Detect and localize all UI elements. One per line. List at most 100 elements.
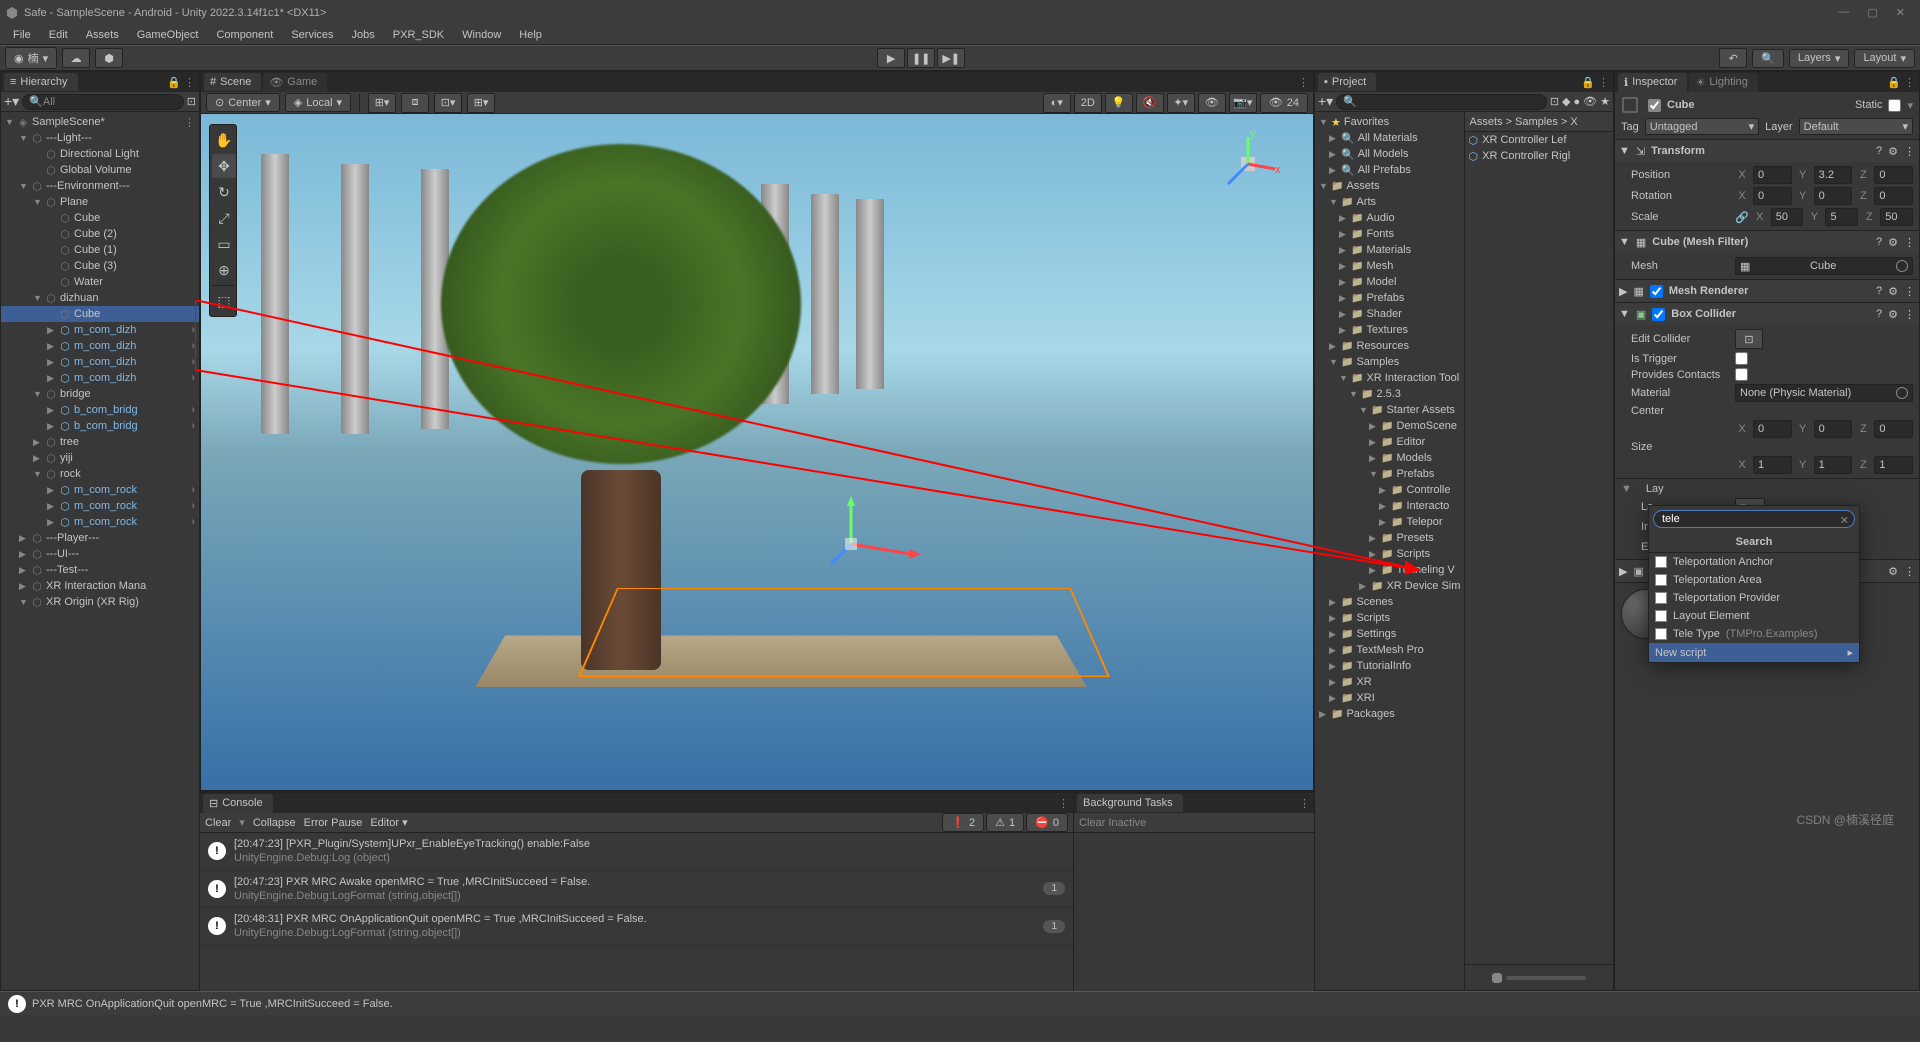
component-search-input[interactable] [1653, 510, 1855, 528]
comp-tele-type[interactable]: Tele Type (TMPro.Examples) [1649, 625, 1859, 643]
static-checkbox[interactable] [1888, 99, 1901, 112]
hierarchy-item[interactable]: ▶⬡m_com_rock› [1, 498, 199, 514]
project-item[interactable]: ▼Starter Assets [1315, 402, 1464, 418]
hierarchy-options-icon[interactable]: ⊡ [187, 95, 196, 108]
rot-z-field[interactable]: 0 [1874, 187, 1913, 205]
project-item[interactable]: ▶Telepor [1315, 514, 1464, 530]
pos-y-field[interactable]: 3.2 [1814, 166, 1853, 184]
project-item[interactable]: ▶Audio [1315, 210, 1464, 226]
hierarchy-item[interactable]: ▶⬡Cube [1, 306, 199, 322]
clear-button[interactable]: Clear [205, 817, 231, 829]
clear-inactive-button[interactable]: Clear Inactive [1079, 817, 1146, 829]
pos-x-field[interactable]: 0 [1753, 166, 1792, 184]
scale-z-field[interactable]: 50 [1880, 208, 1913, 226]
snap-settings-icon[interactable]: ⊞▾ [467, 93, 495, 113]
hierarchy-item[interactable]: ▶⬡b_com_bridg› [1, 402, 199, 418]
custom-tool-icon[interactable]: ⬚ [212, 289, 236, 313]
menu-pxrsdk[interactable]: PXR_SDK [385, 26, 452, 44]
hierarchy-item[interactable]: ▼⬡rock [1, 466, 199, 482]
hierarchy-item[interactable]: ▼⬡dizhuan [1, 290, 199, 306]
tab-console[interactable]: ⊟ Console [203, 794, 273, 813]
scale-x-field[interactable]: 50 [1771, 208, 1804, 226]
comp-teleportation-area[interactable]: Teleportation Area [1649, 571, 1859, 589]
hierarchy-item[interactable]: ▶⬡Water [1, 274, 199, 290]
rot-x-field[interactable]: 0 [1753, 187, 1792, 205]
size-x-field[interactable]: 1 [1753, 456, 1792, 474]
scene-viewport[interactable]: ✋ ✥ ↻ ⤢ ▭ ⊕ ⬚ y x [201, 114, 1313, 790]
comp-layout-element[interactable]: Layout Element [1649, 607, 1859, 625]
settings-version-icon[interactable]: ⬢ [95, 48, 123, 68]
console-entry[interactable]: ![20:47:23] PXR MRC Awake openMRC = True… [200, 871, 1073, 909]
tab-inspector[interactable]: ℹ Inspector [1618, 73, 1687, 92]
filter-fav-icon[interactable]: ● [1574, 96, 1581, 108]
size-y-field[interactable]: 1 [1814, 456, 1853, 474]
hierarchy-item[interactable]: ▶⬡tree [1, 434, 199, 450]
project-item[interactable]: ▼2.5.3 [1315, 386, 1464, 402]
project-search[interactable]: 🔍 [1336, 94, 1547, 110]
hierarchy-item[interactable]: ▶⬡yiji [1, 450, 199, 466]
tag-dropdown[interactable]: Untagged▾ [1645, 118, 1759, 135]
hierarchy-item[interactable]: ▶⬡Cube (3) [1, 258, 199, 274]
tab-lighting[interactable]: ☀ Lighting [1689, 73, 1757, 92]
hierarchy-item[interactable]: ▶⬡---Test--- [1, 562, 199, 578]
pos-z-field[interactable]: 0 [1874, 166, 1913, 184]
comp-teleportation-provider[interactable]: Teleportation Provider [1649, 589, 1859, 607]
project-item[interactable]: ▼Samples [1315, 354, 1464, 370]
hierarchy-item[interactable]: ▶⬡m_com_rock› [1, 514, 199, 530]
project-item[interactable]: ▶XR Device Sim [1315, 578, 1464, 594]
error-count[interactable]: ⛔0 [1026, 813, 1068, 832]
collapse-toggle[interactable]: Collapse [253, 817, 296, 829]
hierarchy-item[interactable]: ▼⬡XR Origin (XR Rig) [1, 594, 199, 610]
renderer-enabled[interactable] [1650, 285, 1663, 298]
scale-y-field[interactable]: 5 [1825, 208, 1858, 226]
comp-teleportation-anchor[interactable]: Teleportation Anchor [1649, 553, 1859, 571]
panel-lock-icon[interactable]: 🔒 ⋮ [167, 76, 199, 89]
project-item[interactable]: ▶Tunneling V [1315, 562, 1464, 578]
project-list-item[interactable]: ⬡XR Controller Rigl [1465, 148, 1614, 164]
project-item[interactable]: ▼Prefabs [1315, 466, 1464, 482]
breadcrumb[interactable]: Assets > Samples > X [1465, 112, 1614, 132]
hierarchy-item[interactable]: ▶⬡Global Volume [1, 162, 199, 178]
console-entry[interactable]: ![20:47:23] [PXR_Plugin/System]UPxr_Enab… [200, 833, 1073, 871]
project-item[interactable]: ▶Mesh [1315, 258, 1464, 274]
step-button[interactable]: ▶❚ [937, 48, 965, 68]
menu-services[interactable]: Services [283, 26, 341, 44]
phys-material-field[interactable]: None (Physic Material) [1735, 384, 1913, 402]
snap-toggle[interactable]: ⧈ [401, 93, 429, 113]
pause-button[interactable]: ❚❚ [907, 48, 935, 68]
project-item[interactable]: ▶Model [1315, 274, 1464, 290]
account-dropdown[interactable]: ◉ 楠 ▾ [5, 47, 57, 69]
new-script-item[interactable]: New script▸ [1649, 643, 1859, 662]
transform-header[interactable]: ▼⇲ Transform ? ⚙ ⋮ [1615, 140, 1919, 162]
menu-help[interactable]: Help [511, 26, 550, 44]
thumbnail-size-slider[interactable] [1506, 976, 1586, 980]
slider-thumb-icon[interactable] [1492, 973, 1502, 983]
clear-search-icon[interactable]: ✕ [1840, 514, 1849, 527]
menu-icon[interactable]: ⋮ [1904, 145, 1915, 158]
project-item[interactable]: ▶🔍All Models [1315, 146, 1464, 162]
console-options-icon[interactable]: ⋮ [1058, 797, 1073, 810]
project-item[interactable]: ▶XR [1315, 674, 1464, 690]
hierarchy-item[interactable]: ▶⬡XR Interaction Mana [1, 578, 199, 594]
project-item[interactable]: ▶Resources [1315, 338, 1464, 354]
hierarchy-item[interactable]: ▶⬡m_com_rock› [1, 482, 199, 498]
grid-toggle[interactable]: ⊞▾ [368, 93, 396, 113]
trigger-checkbox[interactable] [1735, 352, 1748, 365]
project-item[interactable]: ▶Prefabs [1315, 290, 1464, 306]
project-item[interactable]: ▶TutorialInfo [1315, 658, 1464, 674]
hierarchy-item[interactable]: ▶⬡m_com_dizh› [1, 370, 199, 386]
project-item[interactable]: ▼XR Interaction Tool [1315, 370, 1464, 386]
layout-dropdown[interactable]: Layout ▾ [1854, 49, 1915, 68]
transform-tool-icon[interactable]: ⊕ [212, 258, 236, 282]
hierarchy-item[interactable]: ▼⬡---Light--- [1, 130, 199, 146]
fx-toggle[interactable]: ✦▾ [1167, 93, 1195, 113]
hierarchy-item[interactable]: ▶⬡Cube (2) [1, 226, 199, 242]
audio-toggle[interactable]: 🔇 [1136, 93, 1164, 113]
rot-y-field[interactable]: 0 [1814, 187, 1853, 205]
project-item[interactable]: ▶Fonts [1315, 226, 1464, 242]
hierarchy-item[interactable]: ▶⬡---Player--- [1, 530, 199, 546]
project-item[interactable]: ▶Scripts [1315, 610, 1464, 626]
layers-dropdown[interactable]: Layers ▾ [1789, 49, 1850, 68]
project-item[interactable]: ▼Assets [1315, 178, 1464, 194]
project-create-dropdown[interactable]: +▾ [1318, 93, 1333, 110]
